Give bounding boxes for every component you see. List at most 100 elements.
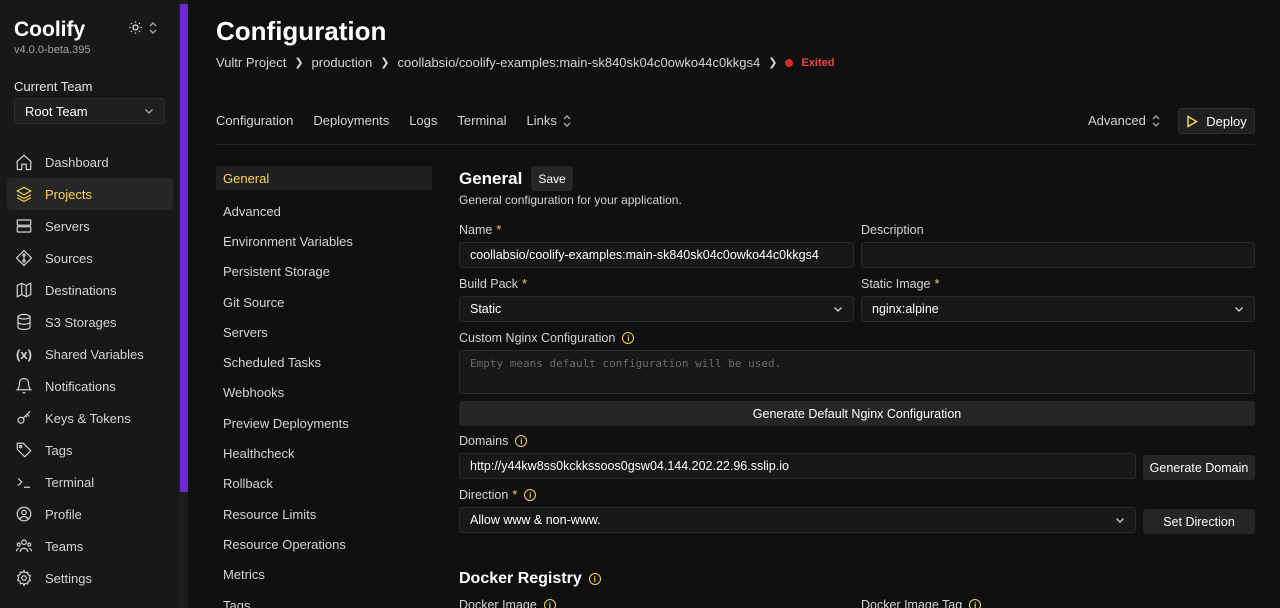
tab-deployments[interactable]: Deployments: [313, 113, 389, 128]
nav-item-label: Teams: [45, 538, 84, 554]
nav-item-settings[interactable]: Settings: [7, 562, 173, 594]
info-icon[interactable]: i: [622, 332, 635, 344]
nginx-config-textarea[interactable]: Empty means default configuration will b…: [459, 350, 1255, 394]
tab-terminal[interactable]: Terminal: [457, 113, 506, 128]
info-icon[interactable]: i: [588, 573, 601, 585]
subnav-item-git-source[interactable]: Git Source: [216, 287, 432, 317]
tab-logs[interactable]: Logs: [409, 113, 437, 128]
nav-item-dashboard[interactable]: Dashboard: [7, 146, 173, 178]
chevron-down-icon: [145, 109, 153, 114]
subnav-item-resource-operations[interactable]: Resource Operations: [216, 529, 432, 559]
nav-item-profile[interactable]: Profile: [7, 498, 173, 530]
breadcrumb-project[interactable]: Vultr Project: [216, 55, 286, 70]
nav-item-destinations[interactable]: Destinations: [7, 274, 173, 306]
tab-links[interactable]: Links: [527, 113, 571, 128]
generate-nginx-config-button[interactable]: Generate Default Nginx Configuration: [459, 401, 1255, 426]
nav-item-terminal[interactable]: Terminal: [7, 466, 173, 498]
app-logo-text[interactable]: Coolify: [14, 18, 85, 42]
docker-registry-title-text: Docker Registry: [459, 570, 582, 587]
subnav-item-advanced[interactable]: Advanced: [216, 196, 432, 226]
save-button[interactable]: Save: [531, 166, 573, 191]
breadcrumb-environment[interactable]: production: [312, 55, 373, 70]
info-icon[interactable]: i: [543, 599, 556, 608]
advanced-menu[interactable]: Advanced: [1088, 113, 1160, 128]
chevron-down-icon: [1116, 518, 1124, 523]
nav-item-shared-variables[interactable]: (x) Shared Variables: [7, 338, 173, 370]
sidebar-scrollbar-thumb[interactable]: [180, 4, 188, 492]
direction-select-value: Allow www & non-www.: [470, 513, 601, 527]
required-marker: *: [522, 277, 527, 291]
info-icon[interactable]: i: [515, 435, 528, 447]
nginx-config-placeholder: Empty means default configuration will b…: [470, 357, 782, 370]
bell-icon: [15, 377, 33, 395]
static-image-label-text: Static Image: [861, 277, 931, 291]
direction-select[interactable]: Allow www & non-www.: [459, 507, 1136, 533]
tab-configuration[interactable]: Configuration: [216, 113, 293, 128]
nav-item-s3-storages[interactable]: S3 Storages: [7, 306, 173, 338]
required-marker: *: [496, 223, 502, 237]
domains-input[interactable]: http://y44kw8ss0kckkssoos0gsw04.144.202.…: [459, 453, 1136, 479]
config-subnav: General Advanced Environment Variables P…: [216, 166, 432, 608]
set-direction-button[interactable]: Set Direction: [1143, 509, 1255, 534]
subnav-item-servers[interactable]: Servers: [216, 317, 432, 347]
subnav-item-rollback[interactable]: Rollback: [216, 469, 432, 499]
subnav-item-general[interactable]: General: [216, 166, 432, 190]
subnav-item-healthcheck[interactable]: Healthcheck: [216, 438, 432, 468]
nav-item-servers[interactable]: Servers: [7, 210, 173, 242]
name-input[interactable]: coollabsio/coolify-examples:main-sk840sk…: [459, 242, 854, 268]
subnav-item-webhooks[interactable]: Webhooks: [216, 378, 432, 408]
subnav-item-environment-variables[interactable]: Environment Variables: [216, 226, 432, 256]
static-image-select[interactable]: nginx:alpine: [861, 296, 1255, 322]
deploy-button-label: Deploy: [1206, 113, 1247, 129]
build-pack-select[interactable]: Static: [459, 296, 854, 322]
static-image-label: Static Image *: [861, 277, 939, 291]
subnav-item-persistent-storage[interactable]: Persistent Storage: [216, 257, 432, 287]
breadcrumb-resource[interactable]: coollabsio/coolify-examples:main-sk840sk…: [397, 55, 760, 70]
subnav-item-scheduled-tasks[interactable]: Scheduled Tasks: [216, 347, 432, 377]
general-section-subtitle: General configuration for your applicati…: [459, 193, 682, 207]
generate-domain-button[interactable]: Generate Domain: [1143, 455, 1255, 480]
key-icon: [15, 409, 33, 427]
nav-item-keys-tokens[interactable]: Keys & Tokens: [7, 402, 173, 434]
subnav-item-preview-deployments[interactable]: Preview Deployments: [216, 408, 432, 438]
domains-input-value: http://y44kw8ss0kckkssoos0gsw04.144.202.…: [470, 459, 789, 473]
subnav-item-tags[interactable]: Tags: [216, 590, 432, 608]
nav-item-label: Shared Variables: [45, 346, 144, 362]
sidebar: Coolify v4.0.0-beta.395 Current Team Roo…: [0, 0, 180, 608]
info-icon[interactable]: i: [969, 599, 982, 608]
nav-item-label: Destinations: [45, 282, 117, 298]
docker-image-tag-label-text: Docker Image Tag: [861, 598, 963, 608]
nav-item-label: Terminal: [45, 474, 95, 490]
subnav-item-metrics[interactable]: Metrics: [216, 560, 432, 590]
domains-label: Domains i: [459, 434, 528, 448]
chevron-right-icon: ❯: [380, 57, 390, 69]
header-divider: [216, 144, 1255, 145]
home-icon: [15, 153, 33, 171]
destination-icon: [15, 281, 33, 299]
theme-toggle[interactable]: [128, 20, 157, 35]
server-icon: [15, 217, 33, 235]
nav-item-label: Projects: [45, 186, 92, 202]
current-team-label: Current Team: [14, 79, 93, 94]
nav-item-projects[interactable]: Projects: [7, 178, 173, 210]
docker-registry-title: Docker Registry i: [459, 570, 601, 588]
sun-icon: [129, 21, 142, 34]
nav-item-notifications[interactable]: Notifications: [7, 370, 173, 402]
chevron-right-icon: ❯: [768, 57, 778, 69]
tab-bar: Configuration Deployments Logs Terminal …: [216, 113, 571, 128]
description-input[interactable]: [861, 242, 1255, 268]
main-nav: Dashboard Projects Servers Sources Desti…: [7, 146, 173, 594]
subnav-item-resource-limits[interactable]: Resource Limits: [216, 499, 432, 529]
team-select[interactable]: Root Team: [14, 98, 165, 124]
description-label: Description: [861, 223, 924, 237]
nav-item-tags[interactable]: Tags: [7, 434, 173, 466]
status-badge: Exited: [801, 56, 835, 69]
deploy-button[interactable]: Deploy: [1178, 108, 1255, 134]
tab-links-label: Links: [526, 113, 557, 128]
nav-item-label: Sources: [45, 250, 93, 266]
direction-label-text: Direction: [459, 488, 509, 502]
static-image-select-value: nginx:alpine: [872, 302, 939, 316]
nav-item-teams[interactable]: Teams: [7, 530, 173, 562]
nav-item-sources[interactable]: Sources: [7, 242, 173, 274]
info-icon[interactable]: i: [524, 489, 537, 501]
